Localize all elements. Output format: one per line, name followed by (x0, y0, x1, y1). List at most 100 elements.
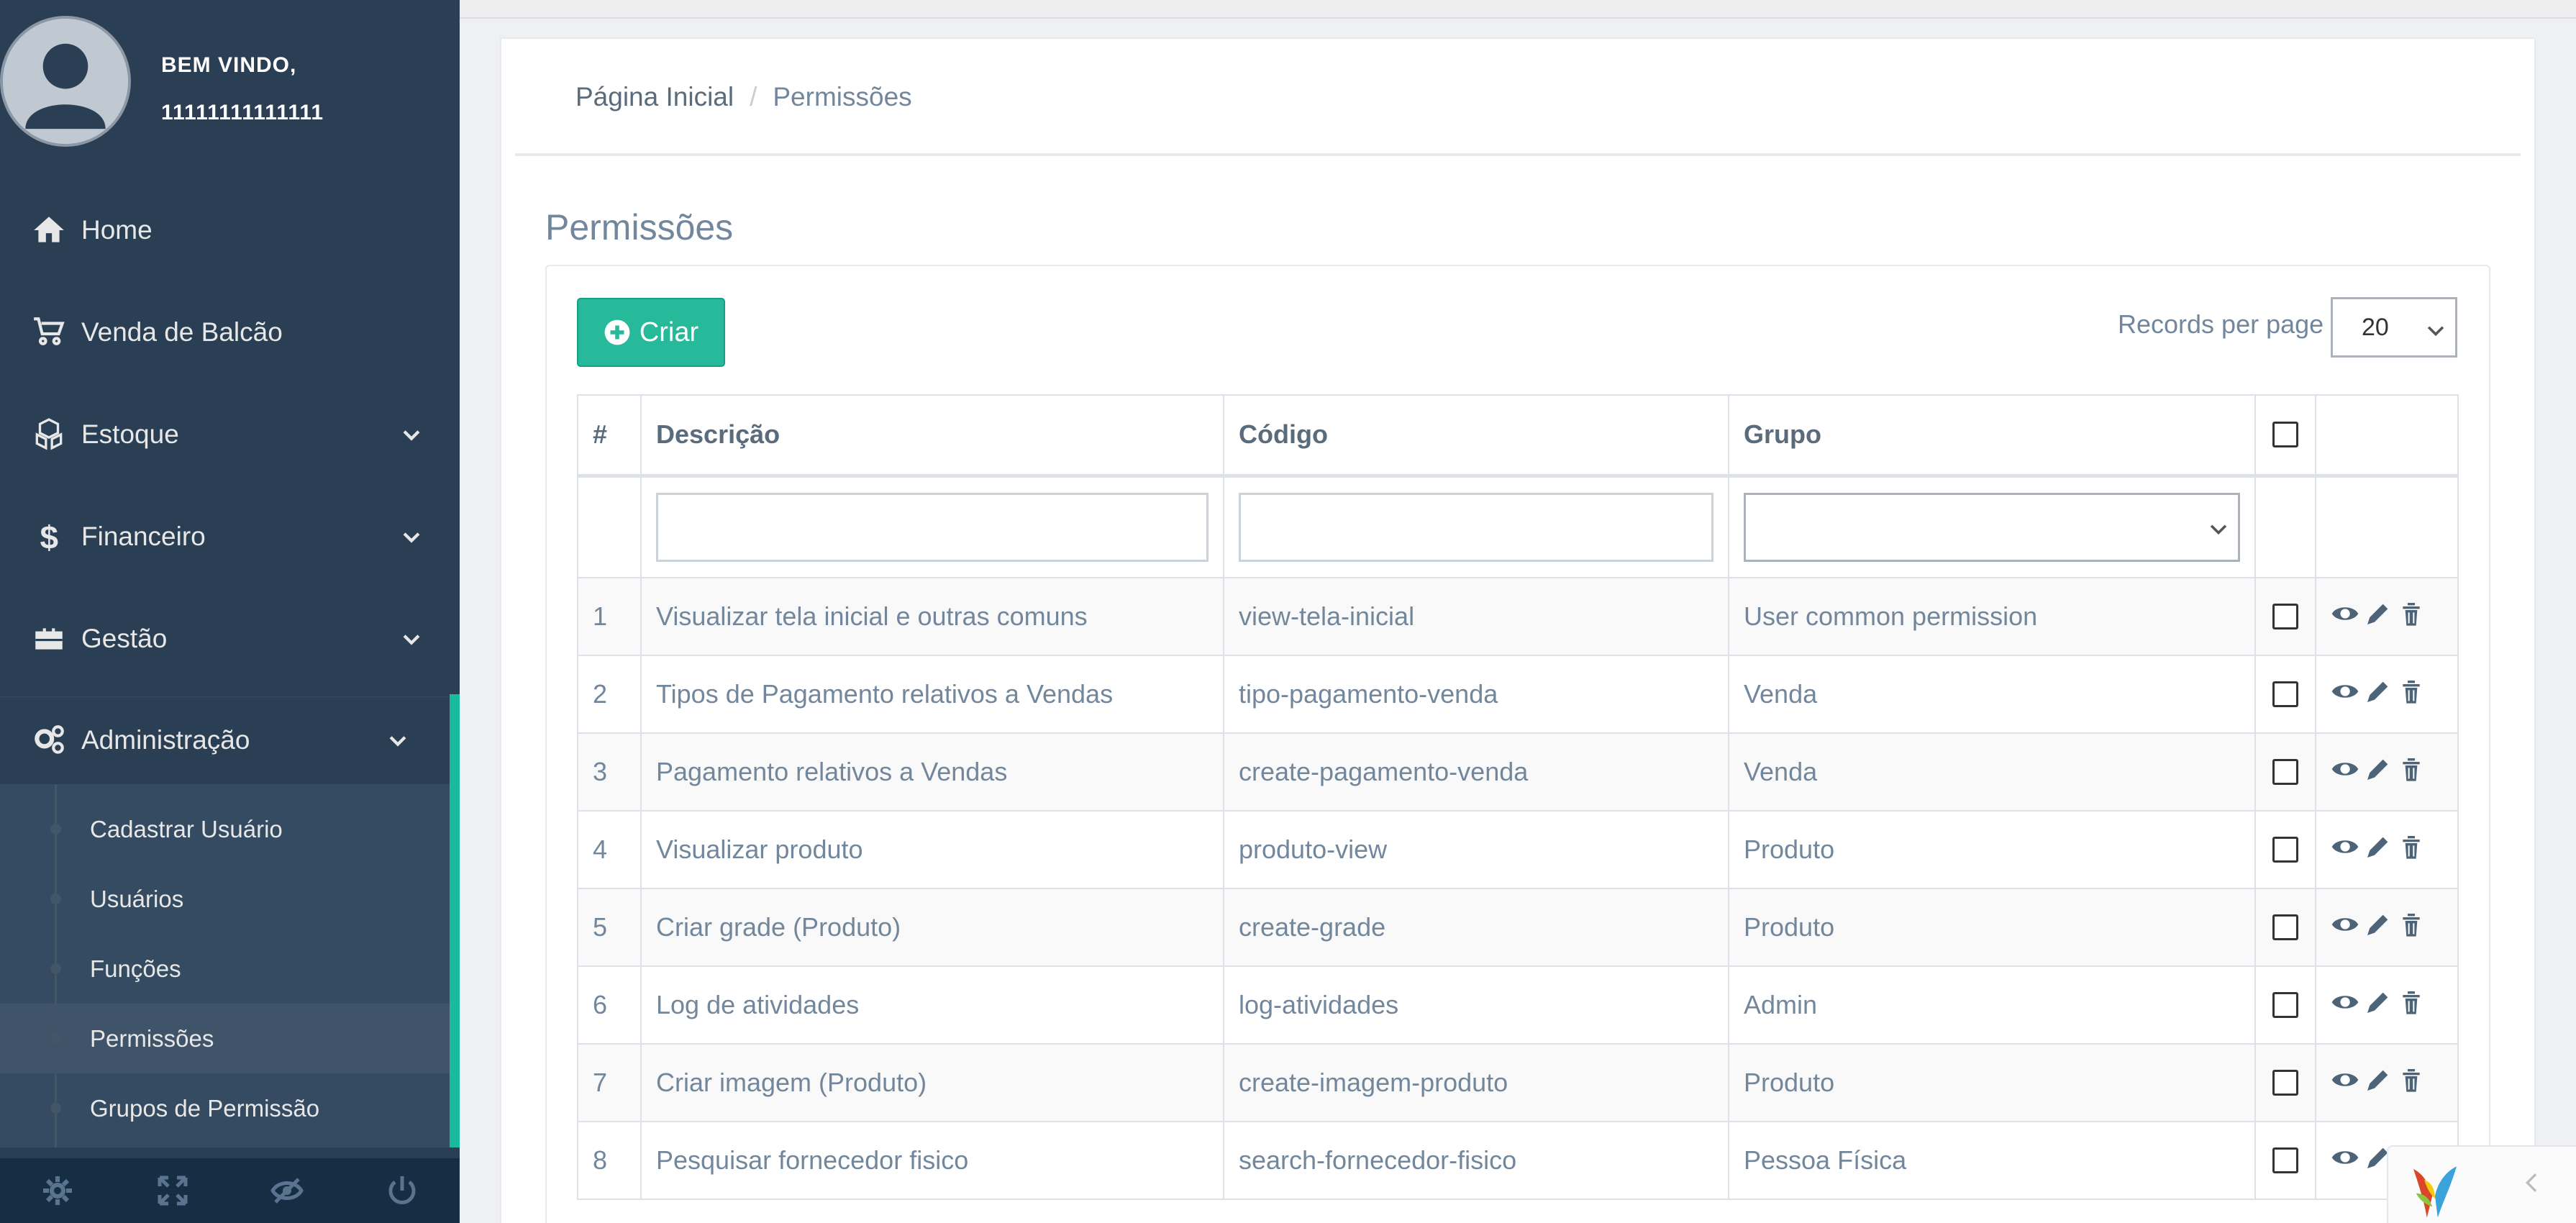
fullscreen-icon (158, 1176, 188, 1206)
view-icon[interactable] (2331, 677, 2359, 712)
row-checkbox[interactable] (2272, 1147, 2298, 1173)
sidebar-footer (0, 1158, 460, 1223)
row-grupo: Produto (1728, 810, 2256, 889)
grupo-filter-select[interactable] (1744, 492, 2240, 562)
svg-text:$: $ (40, 519, 59, 555)
table-row: 6 Log de atividades log-atividades Admin (577, 965, 2459, 1045)
view-icon[interactable] (2331, 1143, 2359, 1178)
lock-screen-button[interactable] (230, 1158, 345, 1223)
records-per-page-select[interactable]: 20 (2331, 297, 2457, 358)
column-header-index[interactable]: # (577, 394, 642, 478)
row-index: 4 (577, 810, 642, 889)
chevron-left-icon[interactable] (2518, 1168, 2547, 1197)
edit-icon[interactable] (2364, 677, 2393, 712)
chevron-down-icon (399, 627, 424, 651)
sidebar-item-estoque[interactable]: Estoque (0, 391, 460, 478)
view-icon[interactable] (2331, 599, 2359, 635)
sidebar-item-financeiro[interactable]: $ Financeiro (0, 494, 460, 580)
sidebar-item-administracao[interactable]: Administração (0, 696, 460, 784)
debug-toolbar[interactable] (2387, 1145, 2576, 1223)
view-icon[interactable] (2331, 755, 2359, 790)
row-checkbox-cell (2254, 1121, 2316, 1200)
gear-icon (42, 1176, 72, 1205)
row-actions (2315, 655, 2459, 734)
username-text: 11111111111111 (161, 101, 324, 124)
column-header-codigo[interactable]: Código (1223, 394, 1729, 478)
row-index: 7 (577, 1043, 642, 1122)
row-checkbox-cell (2254, 577, 2316, 656)
sidebar-item-venda-balcao[interactable]: Venda de Balcão (0, 289, 460, 376)
view-icon[interactable] (2331, 832, 2359, 868)
sidebar-item-gestao[interactable]: Gestão (0, 596, 460, 682)
row-codigo: tipo-pagamento-venda (1223, 655, 1729, 734)
row-codigo: produto-view (1223, 810, 1729, 889)
delete-icon[interactable] (2397, 755, 2426, 790)
row-actions (2315, 965, 2459, 1045)
select-all-checkbox[interactable] (2272, 422, 2298, 448)
row-checkbox[interactable] (2272, 759, 2298, 785)
sidebar-item-permissoes[interactable]: Permissões (0, 1004, 450, 1073)
table-row: 3 Pagamento relativos a Vendas create-paga… (577, 732, 2459, 811)
edit-icon[interactable] (2364, 988, 2393, 1023)
sidebar-item-home[interactable]: Home (0, 187, 460, 273)
row-checkbox[interactable] (2272, 681, 2298, 707)
divider (515, 153, 2521, 156)
filter-cell (640, 475, 1224, 578)
descricao-filter-input[interactable] (656, 492, 1209, 562)
column-header-descricao[interactable]: Descrição (640, 394, 1224, 478)
row-descricao: Tipos de Pagamento relativos a Vendas (640, 655, 1224, 734)
row-descricao: Criar grade (Produto) (640, 888, 1224, 967)
row-index: 1 (577, 577, 642, 656)
breadcrumb-separator: / (750, 82, 757, 112)
column-header-select-all (2254, 394, 2316, 478)
fullscreen-button[interactable] (115, 1158, 230, 1223)
delete-icon[interactable] (2397, 832, 2426, 868)
delete-icon[interactable] (2397, 988, 2426, 1023)
edit-icon[interactable] (2364, 1065, 2393, 1101)
edit-icon[interactable] (2364, 910, 2393, 945)
settings-button[interactable] (0, 1158, 115, 1223)
codigo-filter-input[interactable] (1239, 492, 1713, 562)
edit-icon[interactable] (2364, 599, 2393, 635)
edit-icon[interactable] (2364, 755, 2393, 790)
delete-icon[interactable] (2397, 599, 2426, 635)
submenu-dot (50, 824, 61, 835)
row-grupo: Venda (1728, 732, 2256, 811)
view-icon[interactable] (2331, 988, 2359, 1023)
row-checkbox-cell (2254, 655, 2316, 734)
chevron-down-icon (399, 524, 424, 549)
delete-icon[interactable] (2397, 1065, 2426, 1101)
delete-icon[interactable] (2397, 677, 2426, 712)
row-grupo: Produto (1728, 1043, 2256, 1122)
row-checkbox[interactable] (2272, 837, 2298, 863)
column-header-grupo[interactable]: Grupo (1728, 394, 2256, 478)
sidebar-item-cadastrar-usuario[interactable]: Cadastrar Usuário (0, 794, 450, 864)
user-icon (3, 19, 128, 144)
delete-icon[interactable] (2397, 910, 2426, 945)
view-icon[interactable] (2331, 1065, 2359, 1101)
sidebar-item-funcoes[interactable]: Funções (0, 934, 450, 1004)
row-index: 5 (577, 888, 642, 967)
create-button[interactable]: Criar (577, 298, 725, 367)
row-index: 8 (577, 1121, 642, 1200)
welcome-text: BEM VINDO, (161, 53, 297, 77)
sidebar-item-label: Gestão (81, 624, 168, 653)
row-checkbox[interactable] (2272, 992, 2298, 1018)
edit-icon[interactable] (2364, 832, 2393, 868)
view-icon[interactable] (2331, 910, 2359, 945)
breadcrumb-home-link[interactable]: Página Inicial (575, 82, 734, 112)
sidebar-item-label: Venda de Balcão (81, 317, 283, 347)
row-checkbox[interactable] (2272, 1070, 2298, 1096)
profile: BEM VINDO, 11111111111111 (0, 0, 460, 151)
sidebar-item-grupos-permissao[interactable]: Grupos de Permissão (0, 1073, 450, 1143)
row-codigo: create-pagamento-venda (1223, 732, 1729, 811)
logout-button[interactable] (345, 1158, 460, 1223)
row-checkbox[interactable] (2272, 604, 2298, 629)
row-descricao: Pagamento relativos a Vendas (640, 732, 1224, 811)
avatar (0, 16, 131, 147)
table-row: 7 Criar imagem (Produto) create-imagem-pro… (577, 1043, 2459, 1122)
row-grupo: Pessoa Física (1728, 1121, 2256, 1200)
row-checkbox[interactable] (2272, 914, 2298, 940)
eye-slash-icon (270, 1178, 304, 1204)
sidebar-item-usuarios[interactable]: Usuários (0, 864, 450, 934)
